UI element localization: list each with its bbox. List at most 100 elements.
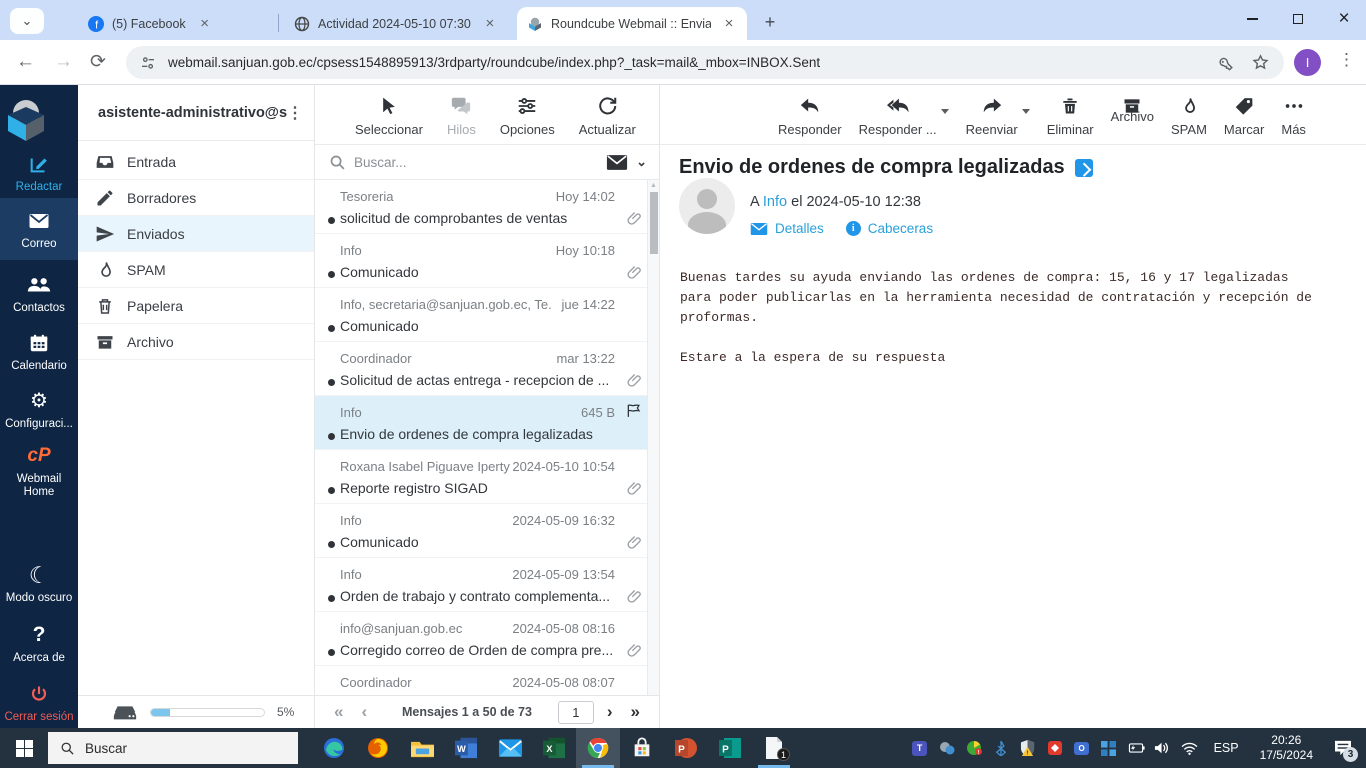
folder-borradores[interactable]: Borradores bbox=[78, 180, 314, 216]
taskbar-powerpoint[interactable]: P bbox=[664, 728, 708, 768]
password-key-icon[interactable] bbox=[1216, 53, 1235, 72]
tab-search-button[interactable]: ⌄ bbox=[10, 8, 44, 34]
options-button[interactable]: Opciones bbox=[500, 95, 555, 137]
sidebar-item-correo[interactable]: Correo bbox=[0, 198, 78, 260]
browser-menu-icon[interactable]: ⋮ bbox=[1338, 50, 1355, 70]
url-text[interactable]: webmail.sanjuan.gob.ec/cpsess1548895913/… bbox=[168, 55, 1216, 70]
network-share-icon[interactable] bbox=[938, 739, 956, 757]
list-scrollbar[interactable]: ▲ bbox=[647, 180, 659, 695]
message-row[interactable]: InfoHoy 10:18 Comunicado bbox=[315, 234, 659, 288]
message-row[interactable]: Info2024-05-09 16:32 Comunicado bbox=[315, 504, 659, 558]
more-button[interactable]: Más bbox=[1281, 95, 1306, 137]
reply-all-caret-icon[interactable] bbox=[941, 109, 949, 114]
folder-menu-icon[interactable]: ⋮ bbox=[287, 103, 304, 123]
minimize-button[interactable] bbox=[1230, 0, 1274, 38]
taskbar-document[interactable]: 1 bbox=[752, 728, 796, 768]
page-number-input[interactable]: 1 bbox=[558, 701, 594, 724]
threads-button[interactable]: Hilos bbox=[447, 95, 476, 137]
message-row-selected[interactable]: Info645 B Envio de ordenes de compra leg… bbox=[315, 396, 659, 450]
battery-icon[interactable] bbox=[1127, 739, 1145, 757]
forward-button[interactable]: Reenviar bbox=[966, 95, 1018, 137]
teams-icon[interactable]: T bbox=[911, 739, 929, 757]
bookmark-star-icon[interactable] bbox=[1251, 53, 1270, 72]
sidebar-item-webmail-home[interactable]: cP Webmail Home bbox=[0, 443, 78, 499]
message-row[interactable]: Info2024-05-09 13:54 Orden de trabajo y … bbox=[315, 558, 659, 612]
scrollbar-thumb[interactable] bbox=[650, 192, 658, 254]
volume-icon[interactable] bbox=[1154, 739, 1172, 757]
message-row[interactable]: Coordinadormar 13:22 Solicitud de actas … bbox=[315, 342, 659, 396]
scroll-up-icon[interactable]: ▲ bbox=[650, 182, 657, 189]
taskbar-store[interactable] bbox=[620, 728, 664, 768]
red-app-icon[interactable] bbox=[1046, 739, 1064, 757]
taskbar-chrome-active[interactable] bbox=[576, 728, 620, 768]
prev-page-button[interactable]: ‹ bbox=[352, 702, 376, 722]
new-tab-button[interactable]: + bbox=[758, 10, 782, 34]
sidebar-item-modo-oscuro[interactable]: ☾ Modo oscuro bbox=[0, 562, 78, 605]
close-window-button[interactable]: × bbox=[1322, 0, 1366, 38]
folder-spam[interactable]: SPAM bbox=[78, 252, 314, 288]
message-row[interactable]: Coordinador2024-05-08 08:07 bbox=[315, 666, 659, 695]
profile-avatar[interactable]: I bbox=[1294, 49, 1321, 76]
search-input[interactable] bbox=[354, 155, 598, 170]
message-row[interactable]: TesoreriaHoy 14:02 solicitud de comproba… bbox=[315, 180, 659, 234]
sidebar-item-acerca-de[interactable]: ? Acerca de bbox=[0, 622, 78, 665]
first-page-button[interactable]: « bbox=[325, 702, 352, 722]
message-row[interactable]: info@sanjuan.gob.ec2024-05-08 08:16 Corr… bbox=[315, 612, 659, 666]
message-row[interactable]: Info, secretaria@sanjuan.gob.ec, Te...ju… bbox=[315, 288, 659, 342]
tab-facebook[interactable]: f (5) Facebook × bbox=[78, 7, 274, 40]
forward-button[interactable]: → bbox=[54, 51, 73, 73]
spam-button[interactable]: SPAM bbox=[1171, 95, 1207, 137]
refresh-button[interactable]: ⟳ bbox=[90, 51, 106, 74]
camera-app-icon[interactable]: O bbox=[1073, 739, 1091, 757]
notification-center[interactable]: 3 bbox=[1328, 728, 1358, 768]
defender-shield-icon[interactable]: ! bbox=[1019, 739, 1037, 757]
taskbar-publisher[interactable]: P bbox=[708, 728, 752, 768]
search-scope-mail-icon[interactable] bbox=[606, 154, 628, 171]
folder-papelera[interactable]: Papelera bbox=[78, 288, 314, 324]
open-external-icon[interactable] bbox=[1075, 159, 1093, 177]
taskbar-edge[interactable] bbox=[312, 728, 356, 768]
sidebar-item-redactar[interactable]: Redactar bbox=[0, 151, 78, 194]
tab-actividad[interactable]: Actividad 2024-05-10 07:30:00 × bbox=[284, 7, 508, 40]
start-button[interactable] bbox=[0, 728, 48, 768]
back-button[interactable]: ← bbox=[16, 51, 35, 73]
sidebar-item-configuracion[interactable]: ⚙ Configuraci... bbox=[0, 388, 78, 431]
recipient-link[interactable]: Info bbox=[763, 194, 787, 210]
folder-enviados[interactable]: Enviados bbox=[78, 216, 314, 252]
site-settings-icon[interactable] bbox=[140, 55, 156, 71]
refresh-list-button[interactable]: Actualizar bbox=[579, 95, 636, 137]
taskbar-firefox[interactable] bbox=[356, 728, 400, 768]
reply-button[interactable]: Responder bbox=[778, 95, 842, 137]
headers-link[interactable]: i Cabeceras bbox=[846, 221, 933, 236]
taskbar-explorer[interactable] bbox=[400, 728, 444, 768]
bluetooth-icon[interactable] bbox=[992, 739, 1010, 757]
archive-button[interactable]: Archivo bbox=[1111, 95, 1154, 124]
next-page-button[interactable]: › bbox=[598, 702, 622, 722]
tab-roundcube-active[interactable]: Roundcube Webmail :: Enviados × bbox=[517, 7, 747, 40]
address-bar[interactable]: webmail.sanjuan.gob.ec/cpsess1548895913/… bbox=[126, 46, 1284, 79]
windows-update-icon[interactable] bbox=[1100, 739, 1118, 757]
close-tab-icon[interactable]: × bbox=[482, 15, 498, 33]
antivirus-icon[interactable]: ! bbox=[965, 739, 983, 757]
forward-caret-icon[interactable] bbox=[1022, 109, 1030, 114]
close-tab-icon[interactable]: × bbox=[721, 15, 737, 33]
sidebar-item-calendario[interactable]: Calendario bbox=[0, 330, 78, 373]
taskbar-search[interactable]: Buscar bbox=[48, 732, 298, 764]
search-options-chevron-icon[interactable]: ⌄ bbox=[636, 154, 647, 170]
message-row[interactable]: Roxana Isabel Piguave Iperty2024-05-10 1… bbox=[315, 450, 659, 504]
details-link[interactable]: Detalles bbox=[750, 221, 824, 236]
last-page-button[interactable]: » bbox=[622, 702, 649, 722]
taskbar-mail[interactable] bbox=[488, 728, 532, 768]
select-button[interactable]: Seleccionar bbox=[355, 95, 423, 137]
wifi-icon[interactable] bbox=[1181, 739, 1199, 757]
taskbar-excel[interactable]: X bbox=[532, 728, 576, 768]
folder-entrada[interactable]: Entrada bbox=[78, 144, 314, 180]
taskbar-word[interactable]: W bbox=[444, 728, 488, 768]
sidebar-item-contactos[interactable]: Contactos bbox=[0, 272, 78, 315]
language-indicator[interactable]: ESP bbox=[1208, 741, 1245, 755]
folder-archivo[interactable]: Archivo bbox=[78, 324, 314, 360]
close-tab-icon[interactable]: × bbox=[196, 15, 214, 33]
delete-button[interactable]: Eliminar bbox=[1047, 95, 1094, 137]
sidebar-item-cerrar-sesion[interactable]: Cerrar sesión bbox=[0, 681, 78, 724]
clock[interactable]: 20:26 17/5/2024 bbox=[1254, 733, 1319, 763]
